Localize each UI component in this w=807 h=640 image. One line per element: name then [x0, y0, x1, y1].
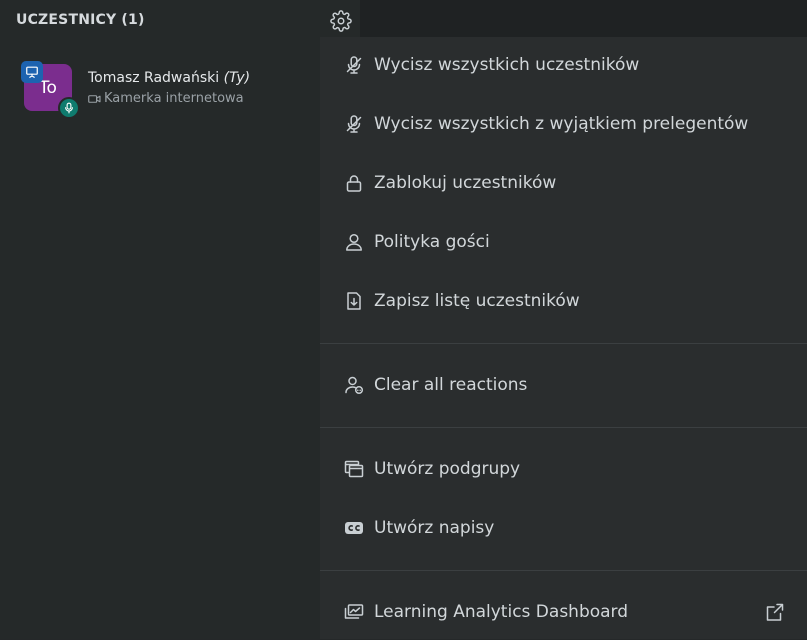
menu-item-create-breakout-rooms[interactable]: Utwórz podgrupy: [320, 441, 807, 497]
external-link-icon: [765, 602, 785, 622]
mic-off-icon: [344, 114, 364, 134]
menu-item-label: Polityka gości: [374, 232, 490, 252]
menu-item-label: Wycisz wszystkich uczestników: [374, 55, 640, 75]
menu-divider: [320, 570, 807, 571]
mic-icon: [65, 102, 73, 114]
menu-item-lock-participants[interactable]: Zablokuj uczestników: [320, 155, 807, 211]
presenter-badge: [21, 61, 43, 83]
gear-icon: [330, 10, 352, 32]
menu-item-label: Zapisz listę uczestników: [374, 291, 580, 311]
participants-settings-button[interactable]: [325, 5, 357, 37]
menu-item-label: Clear all reactions: [374, 375, 528, 395]
menu-item-mute-all[interactable]: Wycisz wszystkich uczestników: [320, 37, 807, 93]
download-file-icon: [344, 291, 364, 311]
dashboard-icon: [344, 602, 364, 622]
participant-list-item[interactable]: To Tomasz Radwański (Ty) Kamerka interne…: [0, 56, 320, 119]
menu-item-label: Utwórz napisy: [374, 518, 495, 538]
camera-icon: [88, 94, 101, 103]
menu-item-learning-dashboard[interactable]: Learning Analytics Dashboard: [320, 584, 807, 640]
menu-item-save-user-list[interactable]: Zapisz listę uczestników: [320, 273, 807, 329]
menu-divider: [320, 427, 807, 428]
participant-status: Kamerka internetowa: [88, 91, 244, 106]
lock-icon: [344, 173, 364, 193]
rooms-icon: [344, 459, 364, 479]
participant-status-text: Kamerka internetowa: [104, 91, 244, 106]
mic-off-icon: [344, 55, 364, 75]
menu-item-guest-policy[interactable]: Polityka gości: [320, 214, 807, 270]
participant-name: Tomasz Radwański (Ty): [88, 70, 250, 86]
mic-status-badge: [58, 97, 80, 119]
participant-name-text: Tomasz Radwański: [88, 70, 220, 86]
participants-title: UCZESTNICY (1): [16, 12, 145, 28]
presentation-icon: [26, 66, 38, 78]
menu-item-label: Zablokuj uczestników: [374, 173, 557, 193]
menu-item-mute-all-except-presenters[interactable]: Wycisz wszystkich z wyjątkiem prelegentó…: [320, 96, 807, 152]
menu-divider: [320, 343, 807, 344]
user-reaction-icon: [344, 375, 364, 395]
closed-captions-icon: [344, 518, 364, 538]
you-tag: (Ty): [223, 70, 251, 86]
menu-item-label: Utwórz podgrupy: [374, 459, 521, 479]
menu-item-clear-reactions[interactable]: Clear all reactions: [320, 357, 807, 413]
menu-item-label: Wycisz wszystkich z wyjątkiem prelegentó…: [374, 114, 749, 134]
menu-item-write-captions[interactable]: Utwórz napisy: [320, 500, 807, 556]
menu-item-label: Learning Analytics Dashboard: [374, 602, 629, 622]
participants-options-menu: Wycisz wszystkich uczestników Wycisz wsz…: [320, 37, 807, 639]
user-icon: [344, 232, 364, 252]
